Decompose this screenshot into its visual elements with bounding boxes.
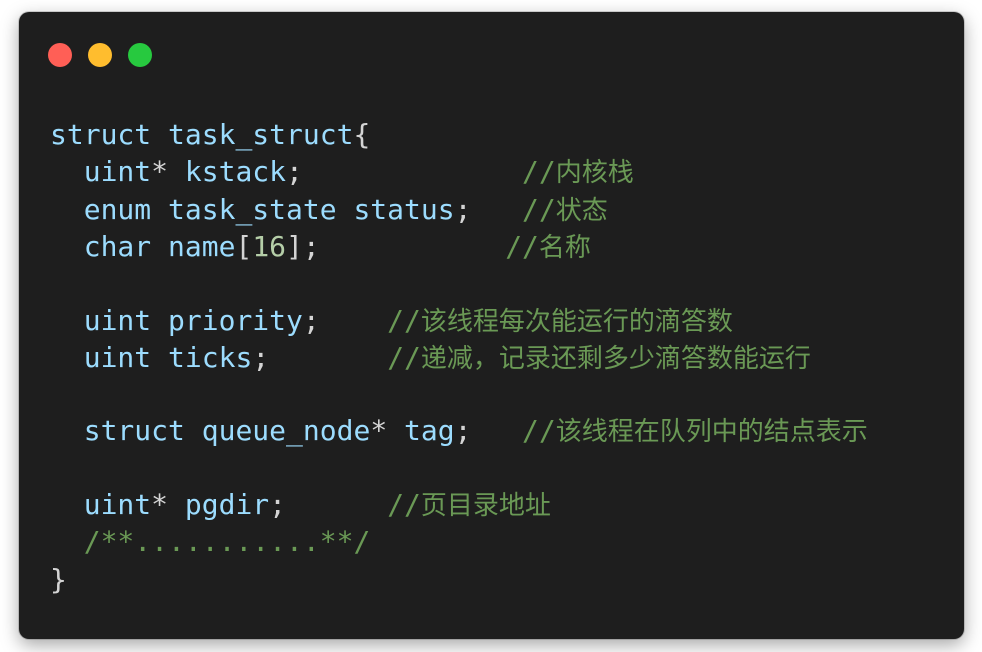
pointer: *	[370, 414, 388, 448]
semicolon: ;	[454, 192, 472, 226]
semicolon: ;	[269, 487, 287, 521]
field-name: ticks	[168, 340, 253, 374]
array-size: 16	[252, 230, 287, 264]
code-block: struct task_struct{ uint* kstack; //内核栈 …	[50, 116, 868, 598]
code-line-2: uint* kstack; //内核栈	[50, 153, 868, 190]
code-line-7: struct queue_node* tag; //该线程在队列中的结点表示	[50, 412, 868, 449]
field-name: status	[353, 192, 455, 226]
type: uint	[83, 155, 152, 189]
close-button[interactable]	[48, 43, 72, 67]
comment-text: 该线程每次能运行的滴答数	[420, 306, 733, 337]
semicolon: ;	[252, 340, 270, 374]
comment-slashes: //	[522, 414, 556, 448]
block-comment: /**...........**/	[83, 525, 371, 559]
code-line-3: enum task_state status; //状态	[50, 191, 868, 228]
comment-slashes: //	[505, 230, 539, 264]
field-name: tag	[404, 414, 455, 448]
comment-text: 名称	[538, 233, 591, 264]
code-line-1: struct task_struct{	[50, 116, 868, 153]
comment-text: 页目录地址	[420, 490, 551, 521]
type: task_state	[168, 192, 337, 226]
zoom-button[interactable]	[128, 43, 152, 67]
close-bracket: ]	[286, 230, 303, 264]
semicolon: ;	[302, 230, 320, 264]
code-line-6: uint ticks; //递减，记录还剩多少滴答数能运行	[50, 339, 868, 376]
comment-slashes: //	[387, 340, 421, 374]
close-brace: }	[50, 562, 67, 596]
field-name: pgdir	[184, 487, 270, 521]
type: char	[83, 230, 152, 264]
open-bracket: [	[235, 230, 253, 264]
comment-text: 内核栈	[555, 158, 634, 189]
type: uint	[83, 487, 152, 521]
open-brace: {	[353, 118, 371, 151]
code-line-8: uint* pgdir; //页目录地址	[50, 486, 868, 523]
comment-slashes: //	[522, 192, 556, 226]
comment-text: 递减，记录还剩多少滴答数能运行	[420, 343, 811, 374]
struct-name: task_struct	[168, 118, 354, 151]
code-line-5: uint priority; //该线程每次能运行的滴答数	[50, 302, 868, 339]
minimize-button[interactable]	[88, 43, 112, 67]
keyword: struct	[50, 118, 152, 151]
pointer: *	[151, 155, 169, 189]
semicolon: ;	[454, 414, 472, 448]
field-name: name	[168, 230, 236, 264]
comment-text: 状态	[555, 195, 608, 226]
code-line-10: }	[50, 561, 868, 598]
semicolon: ;	[286, 155, 303, 189]
field-name: kstack	[184, 155, 287, 189]
semicolon: ;	[302, 303, 320, 337]
field-name: priority	[168, 303, 303, 337]
pointer: *	[151, 487, 169, 521]
keyword: enum	[83, 192, 152, 226]
comment-slashes: //	[387, 487, 421, 521]
comment-slashes: //	[387, 303, 421, 337]
type: queue_node	[201, 414, 371, 448]
comment-slashes: //	[522, 155, 556, 189]
code-line-9: /**...........**/	[50, 523, 868, 560]
type: uint	[83, 303, 152, 337]
window-controls	[48, 43, 152, 67]
comment-text: 该线程在队列中的结点表示	[555, 417, 868, 448]
code-line-4: char name[16]; //名称	[50, 228, 868, 265]
type: uint	[83, 340, 152, 374]
code-window: struct task_struct{ uint* kstack; //内核栈 …	[19, 12, 964, 639]
keyword: struct	[83, 414, 185, 448]
